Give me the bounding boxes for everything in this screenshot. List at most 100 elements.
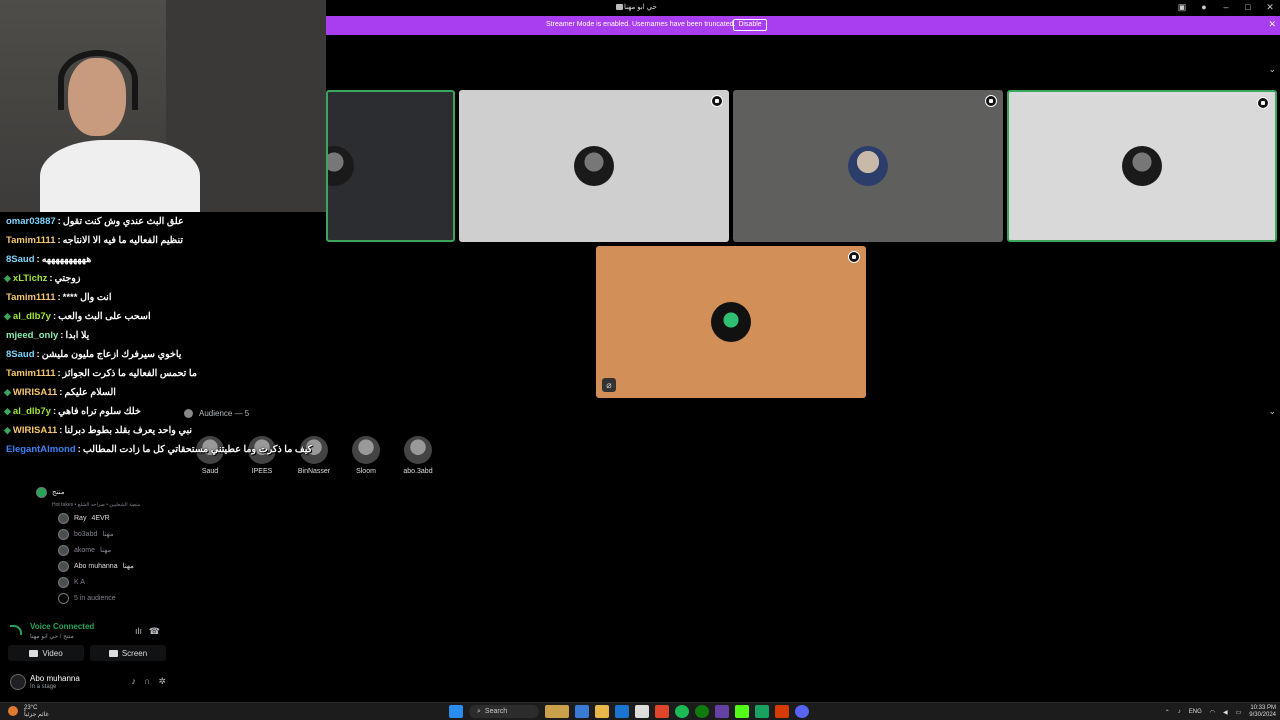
chat-username: WIRISA11 <box>12 387 58 398</box>
chevron-up-icon[interactable]: ⌃ <box>1165 709 1170 716</box>
banner-close-icon[interactable]: ✕ <box>1268 19 1276 30</box>
chat-username: 8Saud <box>6 349 35 360</box>
chat-username: xLTichz <box>12 273 48 284</box>
stage-speaker-tile[interactable] <box>1007 90 1277 242</box>
system-tray: ⌃ ♪ ENG ◠ ◀ ▭ 10:33 PM 9/30/2024 <box>1165 705 1276 719</box>
mail-icon[interactable] <box>615 705 629 718</box>
speaker-avatar <box>328 146 354 186</box>
mic-icon[interactable]: ♪ <box>131 676 136 687</box>
member-row[interactable]: Ray 4EVR <box>36 510 176 526</box>
chevron-down-icon[interactable]: ⌄ <box>1268 64 1276 75</box>
in-audience-row[interactable]: 5 in audience <box>36 590 176 606</box>
chat-message: ◆ xLTichz : زوجتي <box>4 269 204 288</box>
disconnect-icon[interactable]: ☎ <box>149 626 160 637</box>
app-icon[interactable] <box>755 705 769 718</box>
discord-icon[interactable] <box>795 705 809 718</box>
brave-icon[interactable] <box>655 705 669 718</box>
banner-message: Streamer Mode is enabled. Usernames have… <box>546 21 736 28</box>
chat-message: Tamim1111 : تنظيم الفعاليه ما فيه الا ال… <box>4 231 204 250</box>
chat-username: ElegantAlmond <box>6 444 76 455</box>
battery-icon[interactable]: ▭ <box>1236 709 1242 716</box>
member-tag: مهنا <box>122 563 134 570</box>
chat-separator: : <box>60 330 64 341</box>
chat-username: 8Saud <box>6 254 35 265</box>
wifi-icon[interactable]: ◠ <box>1210 709 1215 716</box>
chat-separator: : <box>57 235 61 246</box>
calendar-icon[interactable] <box>635 705 649 718</box>
disable-button[interactable]: Disable <box>733 19 767 31</box>
taskbar-search[interactable]: ⌕ Search <box>469 705 539 718</box>
stage-speaker-tile[interactable] <box>733 90 1003 242</box>
user-panel: Abo muhanna In a stage ♪ ∩ ✲ <box>6 671 170 695</box>
audience-member[interactable]: Sloom <box>344 436 388 475</box>
member-name: akome <box>74 546 96 554</box>
app-icon[interactable] <box>775 705 789 718</box>
chat-username: Tamim1111 <box>6 292 56 303</box>
audience-member[interactable]: IPEES <box>240 436 284 475</box>
voice-channel-name[interactable]: منتج / حي ابو مهنا <box>30 633 74 640</box>
gear-icon[interactable]: ✲ <box>158 676 166 687</box>
member-row[interactable]: K A <box>36 574 176 590</box>
weather-desc: غائم جزئياً <box>24 712 49 718</box>
diamond-badge-icon: ◆ <box>4 311 11 321</box>
audience-member-name: Saud <box>201 468 219 475</box>
chat-text: كيف ما ذكرت وما عطيتني مستحقاتي كل ما زا… <box>82 444 313 455</box>
member-row[interactable]: Abo muhanna مهنا <box>36 558 176 574</box>
spotify-icon[interactable] <box>675 705 689 718</box>
noise-suppression-icon[interactable]: ılı <box>135 626 142 636</box>
audience-member[interactable]: abo.3abd <box>396 436 440 475</box>
stage-speaker-tile[interactable] <box>326 90 455 242</box>
audience-label: Audience — 5 <box>199 409 250 418</box>
chevron-down-icon[interactable]: ⌄ <box>1268 406 1276 417</box>
volume-icon[interactable]: ◀ <box>1223 709 1228 716</box>
chat-username: omar03887 <box>6 216 56 227</box>
audience-icon <box>58 592 69 604</box>
chat-message: Tamim1111 : انت وال **** <box>4 288 204 307</box>
stage-speaker-tile[interactable] <box>459 90 729 242</box>
chat-separator: : <box>57 216 61 227</box>
user-status: In a stage <box>30 684 57 690</box>
chat-message: ◆ al_dlb7y : اسحب على البث والعب <box>4 307 204 326</box>
diamond-badge-icon: ◆ <box>4 406 11 416</box>
edge-icon[interactable] <box>575 705 589 718</box>
stage-topic: Hot takes • منصة الشعليين • صراحه الشلع <box>36 500 176 510</box>
channel-member-list: منتج Hot takes • منصة الشعليين • صراحه ا… <box>36 484 176 606</box>
twitch-icon[interactable] <box>715 705 729 718</box>
folder-icon[interactable] <box>595 705 609 718</box>
stage-speaker-tile[interactable]: ⌀ <box>596 246 866 398</box>
member-tag: 4EVR <box>91 514 110 522</box>
stage-channel-row[interactable]: منتج <box>36 484 176 500</box>
widget-icon[interactable] <box>545 705 569 718</box>
minimize-button[interactable]: – <box>1220 2 1232 13</box>
weather-widget[interactable]: 23°C غائم جزئياً <box>8 705 49 719</box>
chat-text: تنظيم الفعاليه ما فيه الا الانتاجه <box>62 235 183 246</box>
start-icon[interactable] <box>449 705 463 718</box>
help-icon[interactable]: ● <box>1198 2 1210 13</box>
audience-member[interactable]: BinNasser <box>292 436 336 475</box>
kick-icon[interactable] <box>735 705 749 718</box>
muted-mic-icon: ⌀ <box>602 378 616 392</box>
screen-share-button[interactable]: Screen <box>90 645 166 661</box>
chat-text: نبي واحد يعرف بقلد بطوط دبرلنا <box>64 425 192 436</box>
language-indicator[interactable]: ENG <box>1189 709 1202 715</box>
close-button[interactable]: ✕ <box>1264 2 1276 13</box>
member-row[interactable]: bo3abd مهنا <box>36 526 176 542</box>
speaker-avatar <box>574 146 614 186</box>
member-name: Abo muhanna <box>74 562 118 570</box>
maximize-button[interactable]: □ <box>1242 2 1254 13</box>
chat-text: السلام عليكم <box>64 387 116 398</box>
stage-icon <box>36 486 47 498</box>
user-avatar[interactable] <box>10 674 26 690</box>
member-row[interactable]: akome مهنا <box>36 542 176 558</box>
xbox-icon[interactable] <box>695 705 709 718</box>
inbox-icon[interactable]: ▣ <box>1176 2 1188 13</box>
headset-icon[interactable]: ∩ <box>144 676 150 687</box>
clock[interactable]: 10:33 PM 9/30/2024 <box>1249 705 1276 719</box>
voice-status[interactable]: Voice Connected <box>30 622 94 631</box>
mic-icon[interactable]: ♪ <box>1178 709 1181 715</box>
video-button[interactable]: Video <box>8 645 84 661</box>
member-tag: مهنا <box>102 531 114 538</box>
chat-username: al_dlb7y <box>12 406 51 417</box>
user-name[interactable]: Abo muhanna <box>30 674 80 683</box>
streamer-body <box>40 140 200 212</box>
